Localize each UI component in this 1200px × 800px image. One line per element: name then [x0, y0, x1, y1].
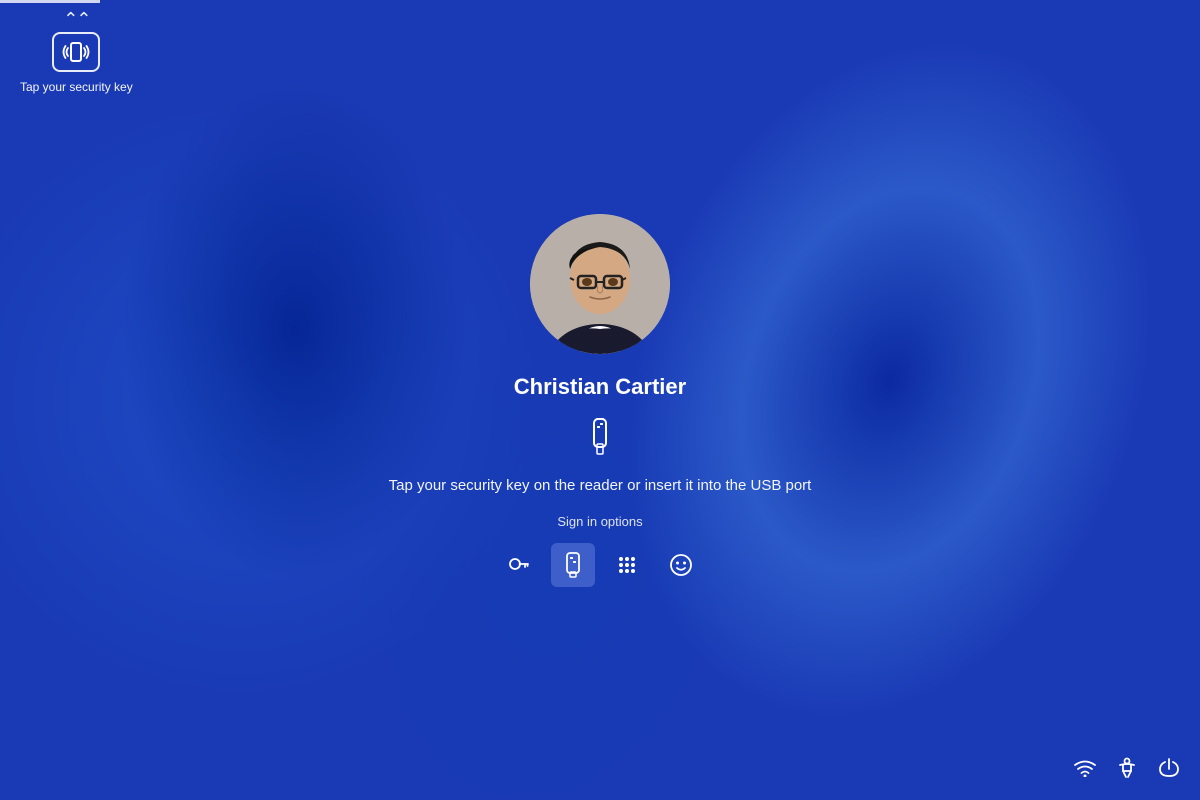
pin-icon [616, 554, 638, 576]
instruction-text: Tap your security key on the reader or i… [389, 477, 812, 494]
accessibility-button[interactable] [1116, 757, 1138, 784]
user-name: Christian Cartier [514, 374, 686, 400]
face-option-button[interactable] [659, 543, 703, 587]
key-icon [508, 554, 530, 576]
sign-in-options [497, 543, 703, 587]
avatar [530, 214, 670, 354]
accessibility-icon [1116, 757, 1138, 779]
usb-key-icon [584, 418, 616, 461]
wifi-button[interactable] [1074, 759, 1096, 782]
sign-in-options-label: Sign in options [557, 514, 642, 529]
progress-bar [0, 0, 100, 3]
usb-key-small-icon [563, 552, 583, 578]
tap-security-key-label: Tap your security key [20, 80, 133, 94]
login-panel: Christian Cartier Tap your security key … [389, 214, 812, 587]
power-icon [1158, 757, 1180, 779]
power-button[interactable] [1158, 757, 1180, 784]
wifi-icon [1074, 759, 1096, 777]
security-key-indicator: ⌃⌃ Tap your security key [0, 0, 153, 104]
security-key-option-button[interactable] [551, 543, 595, 587]
security-key-box [52, 32, 100, 72]
nfc-icon [62, 39, 90, 65]
system-icons [1074, 757, 1180, 784]
password-option-button[interactable] [497, 543, 541, 587]
chevron-up-icon: ⌃⌃ [63, 10, 89, 28]
avatar-image [530, 214, 670, 354]
face-icon [669, 553, 693, 577]
pin-option-button[interactable] [605, 543, 649, 587]
